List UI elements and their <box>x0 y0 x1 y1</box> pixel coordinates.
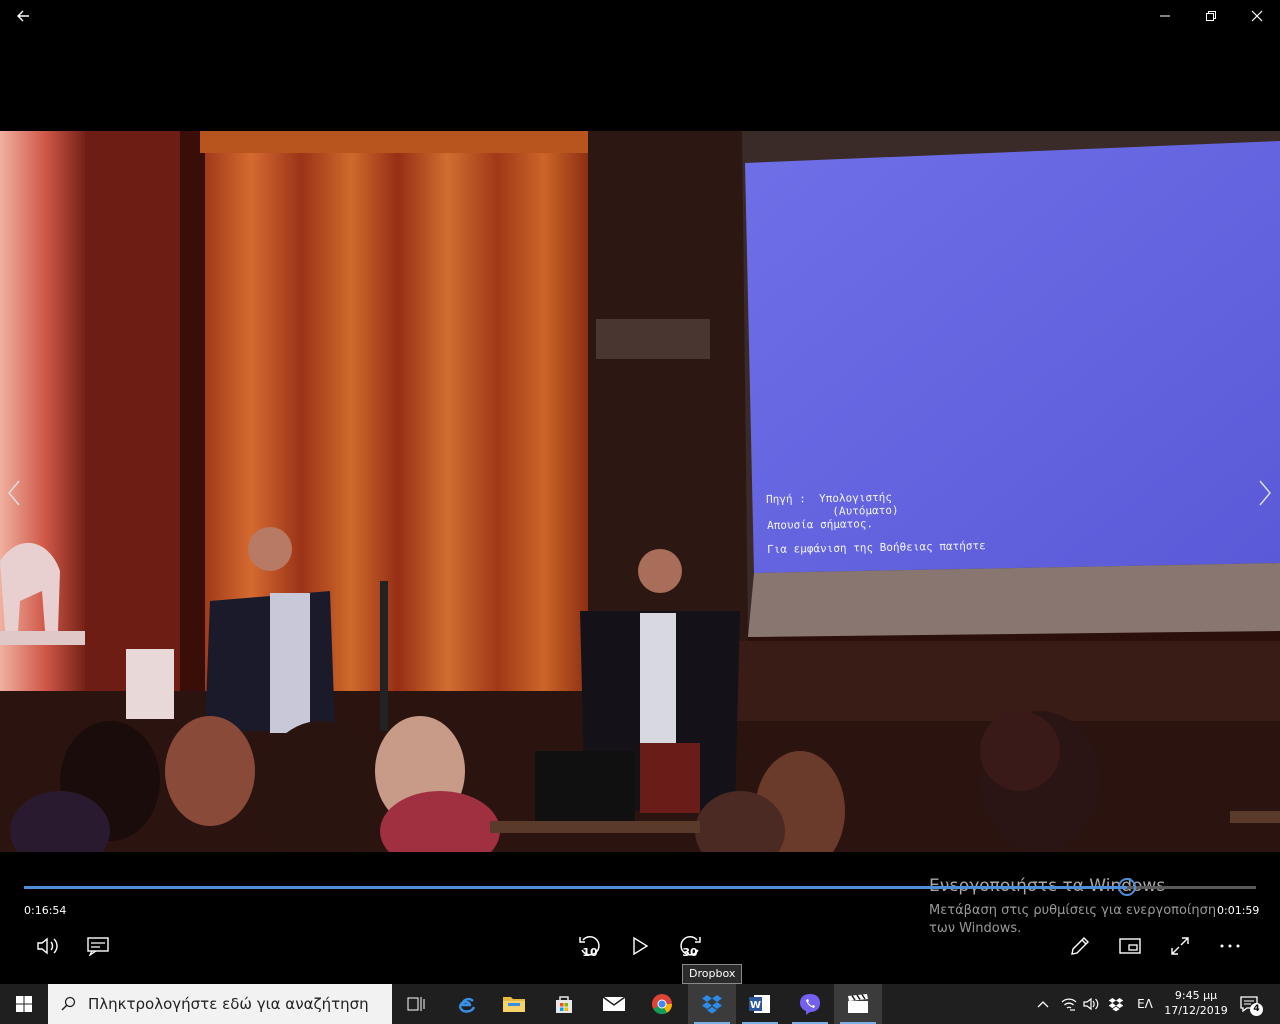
dropbox-icon <box>702 995 722 1014</box>
play-button[interactable] <box>624 930 656 962</box>
video-scene <box>0 131 1280 852</box>
store-icon <box>556 996 572 1013</box>
start-button[interactable] <box>0 984 48 1024</box>
notification-count-badge: 4 <box>1250 1003 1263 1016</box>
taskbar-clock[interactable]: 9:45 μμ 17/12/2019 <box>1160 988 1232 1018</box>
fullscreen-button[interactable] <box>1164 930 1196 962</box>
show-hidden-icons-button[interactable] <box>1032 984 1054 1024</box>
movies-tv-player-window: Πηγή : Υπολογιστής (Αυτόματο) Απουσία σή… <box>0 0 1280 984</box>
taskbar-file-explorer[interactable] <box>490 984 538 1024</box>
mini-view-button[interactable] <box>1114 930 1146 962</box>
chevron-right-icon <box>1259 480 1271 506</box>
edge-icon <box>459 997 476 1013</box>
search-icon <box>48 996 88 1012</box>
speaker-icon <box>1083 997 1099 1011</box>
close-button[interactable] <box>1234 0 1280 32</box>
more-options-button[interactable] <box>1214 930 1246 962</box>
remaining-time: 0:01:59 <box>1217 904 1260 917</box>
dropbox-tray-icon <box>1108 997 1124 1011</box>
taskbar-viber[interactable] <box>786 984 834 1024</box>
taskbar-store[interactable] <box>540 984 588 1024</box>
svg-text:W: W <box>750 1000 761 1011</box>
restore-icon <box>1206 11 1216 21</box>
taskbar-edge[interactable] <box>442 984 490 1024</box>
next-item-button[interactable] <box>1255 478 1275 508</box>
video-frame[interactable]: Πηγή : Υπολογιστής (Αυτόματο) Απουσία σή… <box>0 131 1280 852</box>
taskbar-search-box[interactable]: Πληκτρολογήστε εδώ για αναζήτηση <box>48 984 392 1024</box>
title-bar <box>0 0 1280 32</box>
network-button[interactable] <box>1058 984 1080 1024</box>
close-icon <box>1251 10 1263 22</box>
seek-bar-thumb[interactable] <box>1117 878 1136 896</box>
play-icon <box>633 936 649 956</box>
taskbar-chrome[interactable] <box>638 984 686 1024</box>
minimize-button[interactable] <box>1142 0 1188 32</box>
minimize-icon <box>1160 15 1170 17</box>
dropbox-tray-button[interactable] <box>1104 984 1128 1024</box>
volume-tray-button[interactable] <box>1080 984 1102 1024</box>
more-icon <box>1220 944 1240 948</box>
skip-forward-button[interactable]: 30 <box>674 930 706 962</box>
viber-icon <box>800 994 820 1015</box>
search-placeholder: Πληκτρολογήστε εδώ για αναζήτηση <box>88 995 369 1013</box>
folder-icon <box>503 997 525 1012</box>
clapperboard-icon <box>848 994 868 1013</box>
chevron-up-icon <box>1037 1001 1049 1008</box>
projected-text-line3: Απουσία σήματος. <box>767 517 874 532</box>
volume-icon <box>37 937 58 955</box>
dropbox-tooltip: Dropbox <box>682 964 743 984</box>
input-language-button[interactable]: ΕΛ <box>1132 984 1158 1024</box>
back-arrow-icon <box>17 10 29 22</box>
volume-button[interactable] <box>32 930 64 962</box>
seek-bar[interactable] <box>24 878 1256 896</box>
word-icon: W <box>749 995 770 1013</box>
subtitles-button[interactable] <box>82 930 114 962</box>
taskbar-movies-tv[interactable] <box>834 984 882 1024</box>
mini-view-icon <box>1119 938 1141 954</box>
fullscreen-icon <box>1171 937 1189 955</box>
wifi-icon <box>1061 998 1077 1011</box>
taskbar: Πληκτρολογήστε εδώ για αναζήτηση W ΕΛ 9:… <box>0 984 1280 1024</box>
chevron-left-icon <box>8 480 20 506</box>
pencil-icon <box>1071 937 1089 955</box>
chrome-icon <box>652 994 673 1015</box>
edit-button[interactable] <box>1064 930 1096 962</box>
skip-forward-label: 30 <box>682 946 698 959</box>
skip-back-label: 10 <box>582 946 598 959</box>
task-view-button[interactable] <box>392 984 440 1024</box>
elapsed-time: 0:16:54 <box>24 904 67 917</box>
task-view-icon <box>407 997 425 1011</box>
previous-item-button[interactable] <box>4 478 24 508</box>
mail-icon <box>602 996 626 1011</box>
taskbar-dropbox[interactable] <box>688 984 736 1024</box>
back-button[interactable] <box>0 0 46 32</box>
clock-time: 9:45 μμ <box>1174 989 1218 1002</box>
restore-button[interactable] <box>1188 0 1234 32</box>
taskbar-word[interactable]: W <box>736 984 784 1024</box>
windows-logo-icon <box>16 996 32 1012</box>
seek-bar-progress <box>24 886 1127 889</box>
projected-text-line2: (Αυτόματο) <box>766 503 899 519</box>
skip-back-button[interactable]: 10 <box>574 930 606 962</box>
subtitles-icon <box>87 937 109 956</box>
taskbar-mail[interactable] <box>590 984 638 1024</box>
clock-date: 17/12/2019 <box>1164 1004 1228 1017</box>
